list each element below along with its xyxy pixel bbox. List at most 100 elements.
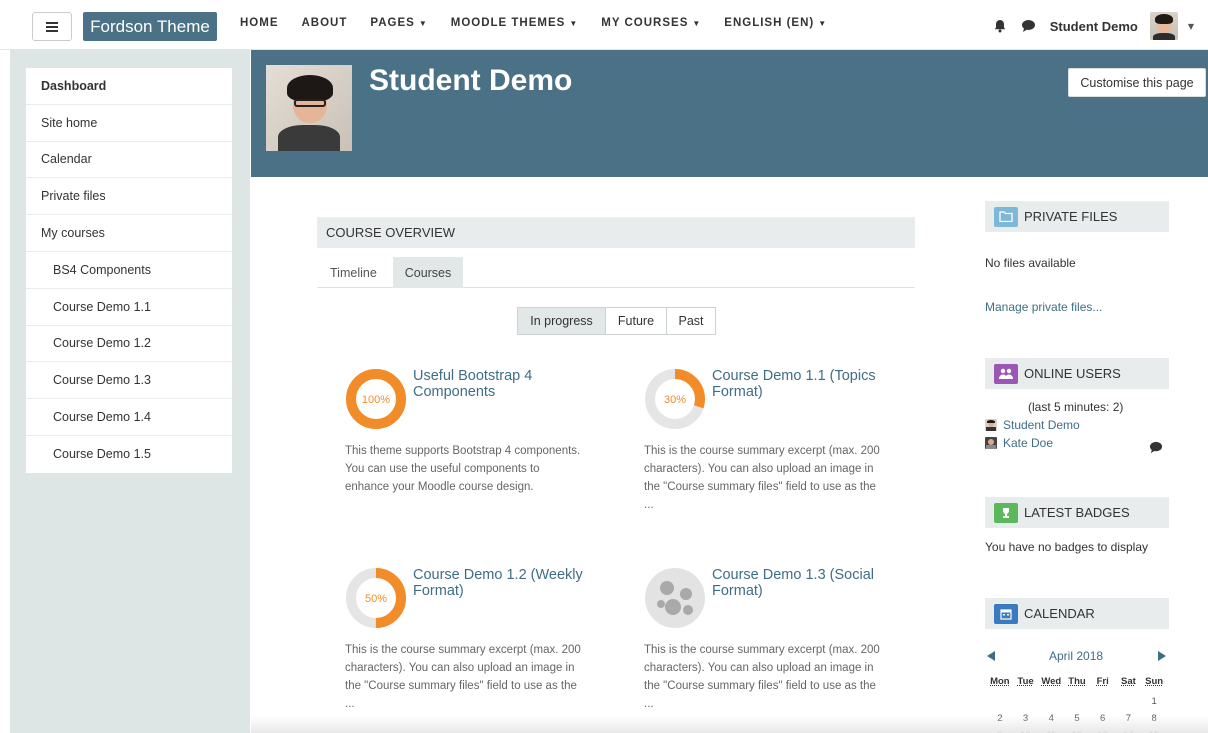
nav-about-label: ABOUT [301, 17, 348, 29]
drawer-item-private-files[interactable]: Private files [26, 178, 232, 216]
calendar-weekday: Thu [1068, 676, 1086, 687]
filter-past-button[interactable]: Past [666, 307, 716, 335]
online-user-row[interactable]: Kate Doe [985, 436, 1053, 450]
main-menu: HOME ABOUT PAGES ▼ MOODLE THEMES ▼ MY COUR… [240, 17, 850, 29]
nav-moodle-themes-label: MOODLE THEMES [450, 17, 566, 29]
calendar-date-grid: 123456789101112131415 [987, 694, 1167, 733]
course-title-link[interactable]: Useful Bootstrap 4 Components [413, 368, 603, 400]
nav-pages-label: PAGES [370, 17, 415, 29]
nav-my-courses[interactable]: MY COURSES ▼ [601, 17, 701, 29]
drawer-item-course-demo-1-3[interactable]: Course Demo 1.3 [26, 362, 232, 400]
drawer-item-course-demo-1-4[interactable]: Course Demo 1.4 [26, 399, 232, 436]
drawer-item-course-demo-1-5[interactable]: Course Demo 1.5 [26, 436, 232, 473]
drawer-item-my-courses[interactable]: My courses [26, 215, 232, 252]
drawer-item-course-demo-1-1[interactable]: Course Demo 1.1 [26, 289, 232, 326]
online-user-row[interactable]: Student Demo [985, 418, 1080, 432]
progress-ring: 100% [346, 369, 406, 429]
chat-icon[interactable] [1021, 19, 1036, 33]
profile-picture [266, 65, 352, 151]
page-title: Student Demo [369, 64, 573, 97]
progress-label: 30% [664, 394, 686, 406]
course-title-link[interactable]: Course Demo 1.3 (Social Format) [712, 567, 902, 599]
calendar-day [1090, 694, 1116, 709]
calendar-weekday: Wed [1041, 676, 1062, 687]
customise-page-button[interactable]: Customise this page [1068, 68, 1206, 97]
folder-icon [994, 206, 1018, 227]
user-avatar [985, 419, 997, 431]
calendar-weekday-row: Mon Tue Wed Thu Fri Sat Sun [987, 676, 1167, 687]
calendar-title: CALENDAR [1024, 606, 1095, 621]
calendar-day[interactable]: 6 [1090, 711, 1116, 726]
course-title-link[interactable]: Course Demo 1.2 (Weekly Format) [413, 567, 603, 599]
calendar-weekday: Sat [1121, 676, 1136, 687]
send-message-icon[interactable] [1149, 441, 1163, 454]
filter-future-button[interactable]: Future [605, 307, 667, 335]
calendar-day[interactable]: 9 [987, 728, 1013, 733]
user-avatar[interactable] [1149, 12, 1178, 40]
online-user-name: Kate Doe [1003, 436, 1054, 450]
drawer-item-site-home[interactable]: Site home [26, 105, 232, 142]
course-summary: This is the course summary excerpt (max.… [345, 644, 581, 710]
latest-badges-block-header: LATEST BADGES [985, 497, 1169, 528]
progress-label: 50% [365, 593, 387, 605]
calendar-day[interactable]: 2 [987, 711, 1013, 726]
nav-language[interactable]: ENGLISH (EN) ▼ [724, 17, 827, 29]
users-icon [994, 363, 1018, 384]
tab-courses[interactable]: Courses [393, 257, 463, 288]
calendar-month-nav: April 2018 [985, 648, 1170, 664]
calendar-day[interactable]: 11 [1038, 728, 1064, 733]
private-files-empty: No files available [985, 256, 1076, 270]
course-title-link[interactable]: Course Demo 1.1 (Topics Format) [712, 368, 902, 400]
drawer-toggle-button[interactable] [32, 12, 72, 41]
nav-moodle-themes[interactable]: MOODLE THEMES ▼ [451, 17, 579, 29]
calendar-day[interactable]: 8 [1141, 711, 1167, 726]
progress-label: 100% [362, 394, 390, 406]
nav-my-courses-label: MY COURSES [601, 17, 689, 29]
online-users-title: ONLINE USERS [1024, 366, 1121, 381]
caret-down-icon[interactable]: ▼ [1188, 22, 1194, 31]
course-image-icon [645, 568, 705, 628]
nav-home[interactable]: HOME [240, 17, 279, 29]
course-summary: This is the course summary excerpt (max.… [644, 445, 880, 511]
nav-language-label: ENGLISH (EN) [724, 17, 815, 29]
nav-about[interactable]: ABOUT [302, 17, 348, 29]
next-month-icon[interactable] [1158, 651, 1166, 661]
calendar-day[interactable]: 14 [1116, 728, 1142, 733]
drawer-item-bs4-components[interactable]: BS4 Components [26, 252, 232, 289]
calendar-day[interactable]: 10 [1013, 728, 1039, 733]
drawer-item-calendar[interactable]: Calendar [26, 142, 232, 179]
calendar-block-header: CALENDAR [985, 598, 1169, 629]
calendar-day[interactable]: 13 [1090, 728, 1116, 733]
calendar-weekday: Fri [1096, 676, 1109, 687]
manage-private-files-link[interactable]: Manage private files... [985, 300, 1102, 314]
nav-pages[interactable]: PAGES ▼ [370, 17, 427, 29]
tab-timeline[interactable]: Timeline [330, 257, 377, 288]
overview-tabs: Timeline Courses [317, 257, 915, 288]
calendar-month-label[interactable]: April 2018 [1049, 649, 1103, 663]
filter-in-progress-button[interactable]: In progress [517, 307, 606, 335]
drawer-nav-list: Dashboard Site home Calendar Private fil… [25, 67, 233, 474]
course-filter-group: In progress Future Past [517, 307, 716, 335]
latest-badges-empty: You have no badges to display [985, 540, 1149, 554]
calendar-day[interactable]: 7 [1116, 711, 1142, 726]
user-avatar [985, 437, 997, 449]
calendar-day[interactable]: 3 [1013, 711, 1039, 726]
caret-down-icon: ▼ [692, 19, 702, 28]
progress-ring: 50% [346, 568, 406, 628]
previous-month-icon[interactable] [987, 651, 995, 661]
course-overview-heading: COURSE OVERVIEW [317, 217, 915, 248]
calendar-day [1116, 694, 1142, 709]
calendar-day[interactable]: 12 [1064, 728, 1090, 733]
calendar-day[interactable]: 4 [1038, 711, 1064, 726]
drawer-item-course-demo-1-2[interactable]: Course Demo 1.2 [26, 326, 232, 363]
calendar-day[interactable]: 1 [1141, 694, 1167, 709]
caret-down-icon: ▼ [818, 19, 828, 28]
drawer-item-dashboard[interactable]: Dashboard [26, 68, 232, 105]
user-menu-name[interactable]: Student Demo [1050, 19, 1138, 34]
calendar-day[interactable]: 15 [1141, 728, 1167, 733]
bell-icon[interactable] [993, 19, 1007, 33]
site-brand[interactable]: Fordson Theme [83, 12, 217, 41]
trophy-icon [994, 502, 1018, 523]
calendar-day[interactable]: 5 [1064, 711, 1090, 726]
hamburger-icon [46, 21, 58, 32]
